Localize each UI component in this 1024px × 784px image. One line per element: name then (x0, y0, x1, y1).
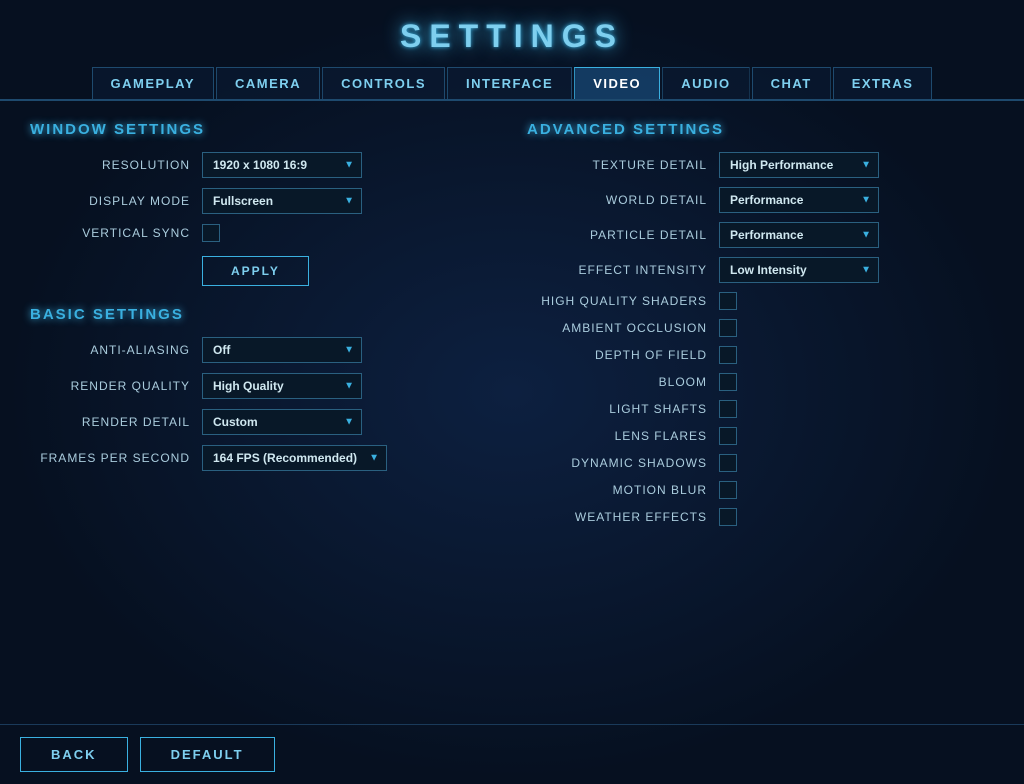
page-title: SETTINGS (0, 18, 1024, 55)
advanced-settings-title: ADVANCED SETTINGS (527, 121, 994, 138)
world-detail-wrapper[interactable]: Performance (719, 187, 879, 213)
default-button[interactable]: DEFAULT (140, 737, 275, 772)
light-shafts-checkbox[interactable] (719, 400, 737, 418)
dynamic-shadows-checkbox[interactable] (719, 454, 737, 472)
display-mode-label: DISPLAY MODE (30, 194, 190, 208)
render-quality-label: RENDER QUALITY (30, 379, 190, 393)
dynamic-shadows-row: DYNAMIC SHADOWS (527, 454, 994, 472)
basic-settings-title: BASIC SETTINGS (30, 306, 497, 323)
render-quality-row: RENDER QUALITY High Quality (30, 373, 497, 399)
bloom-checkbox[interactable] (719, 373, 737, 391)
particle-detail-dropdown[interactable]: Performance (719, 222, 879, 248)
dynamic-shadows-label: DYNAMIC SHADOWS (527, 456, 707, 470)
apply-button[interactable]: APPLY (202, 256, 309, 286)
hq-shaders-label: HIGH QUALITY SHADERS (527, 294, 707, 308)
world-detail-row: WORLD DETAIL Performance (527, 187, 994, 213)
tab-controls[interactable]: CONTROLS (322, 67, 445, 99)
effect-intensity-row: EFFECT INTENSITY Low Intensity (527, 257, 994, 283)
tab-video[interactable]: VIDEO (574, 67, 660, 99)
anti-aliasing-label: ANTI-ALIASING (30, 343, 190, 357)
depth-of-field-label: DEPTH OF FIELD (527, 348, 707, 362)
bottom-bar: BACK DEFAULT (0, 724, 1024, 784)
window-settings-title: WINDOW SETTINGS (30, 121, 497, 138)
fps-row: FRAMES PER SECOND 164 FPS (Recommended) (30, 445, 497, 471)
effect-intensity-wrapper[interactable]: Low Intensity (719, 257, 879, 283)
tab-camera[interactable]: CAMERA (216, 67, 320, 99)
main-content: WINDOW SETTINGS RESOLUTION 1920 x 1080 1… (0, 101, 1024, 724)
tab-audio[interactable]: AUDIO (662, 67, 749, 99)
title-bar: SETTINGS (0, 0, 1024, 63)
tab-interface[interactable]: INTERFACE (447, 67, 572, 99)
texture-detail-dropdown[interactable]: High Performance (719, 152, 879, 178)
light-shafts-label: LIGHT SHAFTS (527, 402, 707, 416)
ambient-occlusion-row: AMBIENT OCCLUSION (527, 319, 994, 337)
effect-intensity-dropdown[interactable]: Low Intensity (719, 257, 879, 283)
back-button[interactable]: BACK (20, 737, 128, 772)
bloom-label: BLOOM (527, 375, 707, 389)
hq-shaders-row: HIGH QUALITY SHADERS (527, 292, 994, 310)
lens-flares-label: LENS FLARES (527, 429, 707, 443)
left-panel: WINDOW SETTINGS RESOLUTION 1920 x 1080 1… (30, 121, 497, 714)
bloom-row: BLOOM (527, 373, 994, 391)
basic-settings-section: BASIC SETTINGS ANTI-ALIASING Off RENDER … (30, 306, 497, 481)
anti-aliasing-dropdown[interactable]: Off (202, 337, 362, 363)
render-quality-dropdown[interactable]: High Quality (202, 373, 362, 399)
effect-intensity-label: EFFECT INTENSITY (527, 263, 707, 277)
texture-detail-wrapper[interactable]: High Performance (719, 152, 879, 178)
particle-detail-wrapper[interactable]: Performance (719, 222, 879, 248)
resolution-row: RESOLUTION 1920 x 1080 16:9 (30, 152, 497, 178)
tab-gameplay[interactable]: GAMEPLAY (92, 67, 214, 99)
window-settings-section: WINDOW SETTINGS RESOLUTION 1920 x 1080 1… (30, 121, 497, 286)
right-panel: ADVANCED SETTINGS TEXTURE DETAIL High Pe… (527, 121, 994, 714)
tab-chat[interactable]: CHAT (752, 67, 831, 99)
world-detail-dropdown[interactable]: Performance (719, 187, 879, 213)
ambient-occlusion-checkbox[interactable] (719, 319, 737, 337)
render-quality-wrapper[interactable]: High Quality (202, 373, 362, 399)
lens-flares-checkbox[interactable] (719, 427, 737, 445)
render-detail-label: RENDER DETAIL (30, 415, 190, 429)
texture-detail-row: TEXTURE DETAIL High Performance (527, 152, 994, 178)
fps-dropdown[interactable]: 164 FPS (Recommended) (202, 445, 387, 471)
weather-effects-label: WEATHER EFFECTS (527, 510, 707, 524)
render-detail-row: RENDER DETAIL Custom (30, 409, 497, 435)
render-detail-wrapper[interactable]: Custom (202, 409, 362, 435)
world-detail-label: WORLD DETAIL (527, 193, 707, 207)
vsync-row: VERTICAL SYNC (30, 224, 497, 242)
texture-detail-label: TEXTURE DETAIL (527, 158, 707, 172)
anti-aliasing-row: ANTI-ALIASING Off (30, 337, 497, 363)
ambient-occlusion-label: AMBIENT OCCLUSION (527, 321, 707, 335)
motion-blur-row: MOTION BLUR (527, 481, 994, 499)
particle-detail-row: PARTICLE DETAIL Performance (527, 222, 994, 248)
resolution-dropdown[interactable]: 1920 x 1080 16:9 (202, 152, 362, 178)
fps-wrapper[interactable]: 164 FPS (Recommended) (202, 445, 387, 471)
anti-aliasing-wrapper[interactable]: Off (202, 337, 362, 363)
weather-effects-checkbox[interactable] (719, 508, 737, 526)
render-detail-dropdown[interactable]: Custom (202, 409, 362, 435)
resolution-dropdown-wrapper[interactable]: 1920 x 1080 16:9 (202, 152, 362, 178)
display-mode-dropdown[interactable]: Fullscreen (202, 188, 362, 214)
motion-blur-label: MOTION BLUR (527, 483, 707, 497)
light-shafts-row: LIGHT SHAFTS (527, 400, 994, 418)
hq-shaders-checkbox[interactable] (719, 292, 737, 310)
vsync-label: VERTICAL SYNC (30, 226, 190, 240)
tabs-container: GAMEPLAY CAMERA CONTROLS INTERFACE VIDEO… (0, 63, 1024, 101)
display-mode-row: DISPLAY MODE Fullscreen (30, 188, 497, 214)
vsync-checkbox[interactable] (202, 224, 220, 242)
resolution-label: RESOLUTION (30, 158, 190, 172)
motion-blur-checkbox[interactable] (719, 481, 737, 499)
fps-label: FRAMES PER SECOND (30, 451, 190, 465)
weather-effects-row: WEATHER EFFECTS (527, 508, 994, 526)
display-mode-dropdown-wrapper[interactable]: Fullscreen (202, 188, 362, 214)
lens-flares-row: LENS FLARES (527, 427, 994, 445)
depth-of-field-checkbox[interactable] (719, 346, 737, 364)
depth-of-field-row: DEPTH OF FIELD (527, 346, 994, 364)
particle-detail-label: PARTICLE DETAIL (527, 228, 707, 242)
tab-extras[interactable]: EXTRAS (833, 67, 933, 99)
